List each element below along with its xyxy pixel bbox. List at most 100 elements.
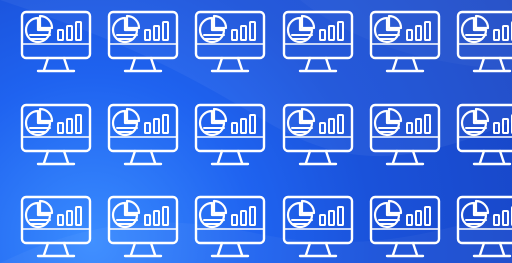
pie-chart-slice-icon [474, 14, 490, 30]
monitor-neck-right [411, 241, 419, 257]
monitor-neck-right [149, 241, 157, 257]
pie-chart-slice-icon [38, 14, 54, 30]
pie-chart-slice-icon [300, 107, 316, 123]
desktop-monitor-analytics-icon [16, 191, 96, 263]
bar-chart-short-icon [493, 214, 500, 226]
monitor-neck-right [236, 241, 244, 257]
monitor-neck-left [478, 149, 486, 165]
monitor-neck-right [149, 56, 157, 72]
bar-chart-short-icon [57, 214, 64, 226]
bar-chart-short-icon [493, 122, 500, 134]
desktop-monitor-analytics-icon [16, 99, 96, 179]
monitor-neck-left [129, 241, 137, 257]
desktop-monitor-analytics-icon [190, 99, 270, 179]
bar-chart-tall-icon [75, 114, 82, 134]
bar-chart-medium-icon [328, 25, 335, 41]
monitor-neck-right [236, 149, 244, 165]
desktop-monitor-analytics-icon [452, 191, 512, 263]
desktop-monitor-analytics-icon [278, 191, 358, 263]
monitor-neck-right [62, 56, 70, 72]
bar-chart-short-icon [231, 29, 238, 41]
bar-chart-tall-icon [249, 206, 256, 226]
bar-chart-medium-icon [415, 210, 422, 226]
pie-chart-slice-icon [125, 199, 141, 215]
bar-chart-tall-icon [424, 206, 431, 226]
monitor-neck-left [42, 241, 50, 257]
bar-chart-tall-icon [75, 21, 82, 41]
bar-chart-medium-icon [153, 25, 160, 41]
monitor-neck-left [129, 56, 137, 72]
pie-chart-slice-icon [125, 14, 141, 30]
bar-chart-tall-icon [249, 114, 256, 134]
bar-chart-medium-icon [502, 210, 509, 226]
monitor-neck-left [42, 56, 50, 72]
icon-grid [0, 0, 512, 263]
bar-chart-medium-icon [240, 210, 247, 226]
bar-chart-tall-icon [75, 206, 82, 226]
desktop-monitor-analytics-icon [452, 6, 512, 86]
pie-chart-slice-icon [212, 107, 228, 123]
bar-chart-short-icon [406, 29, 413, 41]
desktop-monitor-analytics-icon [452, 99, 512, 179]
monitor-neck-left [391, 241, 399, 257]
bar-chart-short-icon [231, 122, 238, 134]
bar-chart-medium-icon [240, 118, 247, 134]
monitor-neck-left [478, 241, 486, 257]
monitor-neck-left [304, 56, 312, 72]
desktop-monitor-analytics-icon [365, 191, 445, 263]
bar-chart-short-icon [319, 122, 326, 134]
desktop-monitor-analytics-icon [103, 6, 183, 86]
bar-chart-short-icon [319, 214, 326, 226]
bar-chart-medium-icon [153, 118, 160, 134]
desktop-monitor-analytics-icon [278, 6, 358, 86]
pie-chart-slice-icon [300, 14, 316, 30]
bar-chart-medium-icon [240, 25, 247, 41]
monitor-neck-right [324, 56, 332, 72]
bar-chart-medium-icon [66, 25, 73, 41]
desktop-monitor-analytics-icon [190, 6, 270, 86]
pie-chart-slice-icon [300, 199, 316, 215]
pie-chart-slice-icon [125, 107, 141, 123]
desktop-monitor-analytics-icon [103, 191, 183, 263]
desktop-monitor-analytics-icon [16, 6, 96, 86]
monitor-neck-left [304, 149, 312, 165]
monitor-neck-right [62, 149, 70, 165]
desktop-monitor-analytics-icon [365, 6, 445, 86]
bar-chart-tall-icon [162, 21, 169, 41]
monitor-neck-right [498, 56, 506, 72]
icon-pattern-canvas [0, 0, 512, 263]
monitor-neck-left [478, 56, 486, 72]
monitor-neck-right [498, 241, 506, 257]
monitor-neck-right [411, 149, 419, 165]
bar-chart-tall-icon [424, 21, 431, 41]
bar-chart-medium-icon [415, 118, 422, 134]
pie-chart-slice-icon [387, 199, 403, 215]
monitor-neck-right [324, 149, 332, 165]
bar-chart-short-icon [406, 122, 413, 134]
monitor-neck-right [62, 241, 70, 257]
monitor-neck-left [391, 149, 399, 165]
bar-chart-tall-icon [249, 21, 256, 41]
monitor-neck-left [216, 149, 224, 165]
desktop-monitor-analytics-icon [103, 99, 183, 179]
monitor-neck-right [324, 241, 332, 257]
bar-chart-tall-icon [337, 206, 344, 226]
bar-chart-tall-icon [337, 21, 344, 41]
bar-chart-short-icon [319, 29, 326, 41]
pie-chart-slice-icon [474, 107, 490, 123]
pie-chart-slice-icon [38, 199, 54, 215]
bar-chart-medium-icon [153, 210, 160, 226]
monitor-neck-left [129, 149, 137, 165]
bar-chart-medium-icon [66, 118, 73, 134]
pie-chart-slice-icon [387, 107, 403, 123]
pie-chart-slice-icon [38, 107, 54, 123]
monitor-neck-left [391, 56, 399, 72]
bar-chart-short-icon [144, 29, 151, 41]
monitor-neck-left [304, 241, 312, 257]
monitor-neck-right [411, 56, 419, 72]
desktop-monitor-analytics-icon [365, 99, 445, 179]
desktop-monitor-analytics-icon [190, 191, 270, 263]
bar-chart-tall-icon [337, 114, 344, 134]
monitor-neck-left [216, 241, 224, 257]
bar-chart-short-icon [231, 214, 238, 226]
